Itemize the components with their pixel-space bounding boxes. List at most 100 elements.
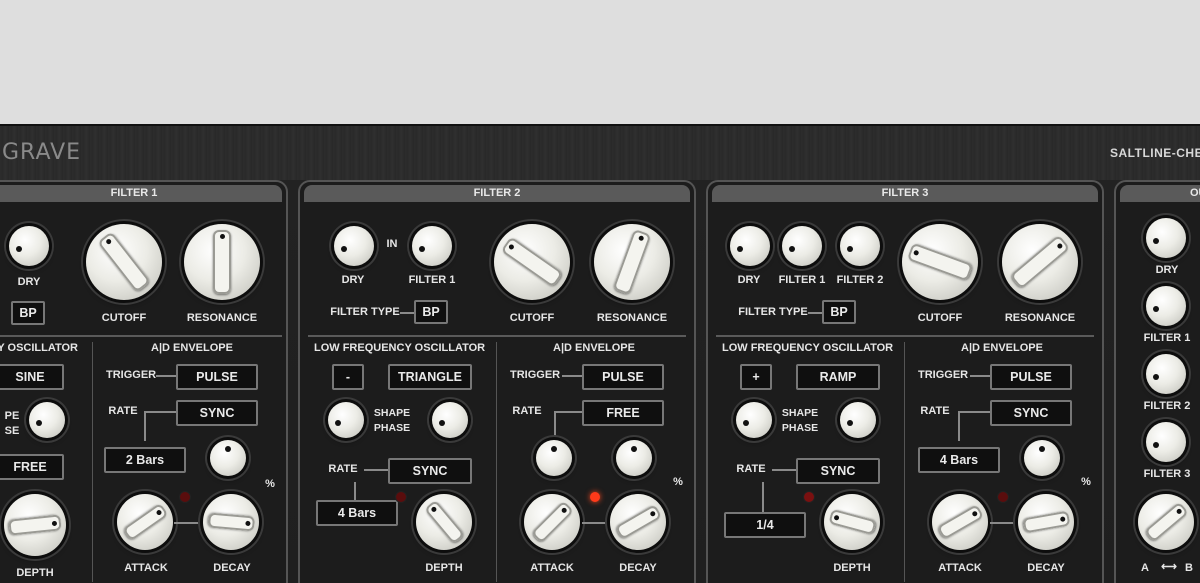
header-strip: GRAVE SALTLINE-CHES: [0, 126, 1200, 180]
filter2-pct-label: %: [673, 476, 683, 488]
filter1-trigger-label: TRIGGER: [106, 369, 157, 381]
filter2-filter-type-label: FILTER TYPE: [330, 306, 400, 318]
filter1-env-rate-select[interactable]: SYNC: [176, 400, 258, 426]
filter2-env-rate-select[interactable]: FREE: [582, 400, 664, 426]
filter2-phase-knob[interactable]: [432, 402, 468, 438]
filter2-depth-knob[interactable]: [416, 494, 472, 550]
output-filter1-label: FILTER 1: [1143, 332, 1191, 344]
filter3-cutoff-label: CUTOFF: [917, 312, 963, 324]
output-filter3-label: FILTER 3: [1143, 468, 1191, 480]
filter3-env-rate-select[interactable]: SYNC: [990, 400, 1072, 426]
filter2-panel: FILTER 2 DRY IN FILTER 1 CUTOFF RESONANC…: [298, 180, 696, 583]
filter1-env-bars-select[interactable]: 2 Bars: [104, 447, 186, 473]
output-filter2-knob[interactable]: [1146, 354, 1186, 394]
filter2-filter1-label: FILTER 1: [408, 274, 456, 286]
filter3-env-amount-knob[interactable]: [1024, 440, 1060, 476]
filter2-trigger-select[interactable]: PULSE: [582, 364, 664, 390]
filter1-attack-label: ATTACK: [124, 562, 168, 574]
output-filter3-knob[interactable]: [1146, 422, 1186, 462]
filter3-type-select[interactable]: BP: [822, 300, 856, 324]
filter3-decay-knob[interactable]: [1018, 494, 1074, 550]
filter2-env-time-knob[interactable]: [536, 440, 572, 476]
filter2-title: FILTER 2: [304, 185, 690, 202]
filter3-depth-knob[interactable]: [824, 494, 880, 550]
filter3-attack-knob[interactable]: [932, 494, 988, 550]
filter1-depth-knob[interactable]: [4, 494, 66, 556]
output-ab-knob[interactable]: [1138, 494, 1194, 550]
filter3-lfo-value-select[interactable]: 1/4: [724, 512, 806, 538]
brand-name: SALTLINE-CHES: [1110, 146, 1200, 160]
filter3-lfo-rate-select[interactable]: SYNC: [796, 458, 880, 484]
filter1-trigger-select[interactable]: PULSE: [176, 364, 258, 390]
filter2-cutoff-knob[interactable]: [494, 224, 570, 300]
filter3-dry-label: DRY: [737, 274, 761, 286]
filter2-lfo-rate-select[interactable]: SYNC: [388, 458, 472, 484]
filter3-resonance-label: RESONANCE: [1004, 312, 1076, 324]
filter2-lfo-wave-select[interactable]: TRIANGLE: [388, 364, 472, 390]
filter2-decay-knob[interactable]: [610, 494, 666, 550]
filter1-type-select[interactable]: BP: [11, 301, 45, 325]
app-title: GRAVE: [2, 140, 82, 165]
filter2-phase-label: PHASE: [373, 422, 411, 434]
filter2-cutoff-label: CUTOFF: [509, 312, 555, 324]
filter1-dry-knob[interactable]: [9, 226, 49, 266]
filter2-in-label: IN: [386, 238, 398, 250]
filter3-phase-label: PHASE: [781, 422, 819, 434]
filter1-lfo-wave-select[interactable]: SINE: [0, 364, 64, 390]
filter1-shape-knob[interactable]: [29, 402, 65, 438]
filter3-lfo-polarity[interactable]: +: [740, 364, 772, 390]
filter3-cutoff-knob[interactable]: [902, 224, 978, 300]
filter1-env-led: [180, 492, 190, 502]
filter2-lfo-polarity[interactable]: -: [332, 364, 364, 390]
filter3-env-bars-select[interactable]: 4 Bars: [918, 447, 1000, 473]
output-ab-a-label: A: [1141, 562, 1149, 574]
filter3-resonance-knob[interactable]: [1002, 224, 1078, 300]
filter1-dry-label: DRY: [17, 276, 41, 288]
filter2-filter1-knob[interactable]: [412, 226, 452, 266]
filter2-shape-knob[interactable]: [328, 402, 364, 438]
filter3-depth-label: DEPTH: [833, 562, 871, 574]
filter1-env-amount-knob[interactable]: [210, 440, 246, 476]
filter3-trigger-select[interactable]: PULSE: [990, 364, 1072, 390]
filter2-type-select[interactable]: BP: [414, 300, 448, 324]
filter3-env-rate-label: RATE: [920, 405, 950, 417]
filter1-resonance-knob[interactable]: [184, 224, 260, 300]
filter1-cutoff-knob[interactable]: [86, 224, 162, 300]
filter1-lfo-title: Y OSCILLATOR: [0, 342, 78, 354]
filter1-lfo-rate-select[interactable]: FREE: [0, 454, 64, 480]
filter2-dry-knob[interactable]: [334, 226, 374, 266]
filter2-resonance-label: RESONANCE: [596, 312, 668, 324]
filter3-filter1-knob[interactable]: [782, 226, 822, 266]
filter3-lfo-led: [804, 492, 814, 502]
filter3-env-led: [998, 492, 1008, 502]
filter2-resonance-knob[interactable]: [594, 224, 670, 300]
filter2-lfo-title: LOW FREQUENCY OSCILLATOR: [314, 342, 486, 354]
filter3-pct-label: %: [1081, 476, 1091, 488]
plugin-window: GRAVE SALTLINE-CHES FILTER 1 DRY CUTOFF …: [0, 124, 1200, 583]
filter2-lfo-bars-select[interactable]: 4 Bars: [316, 500, 398, 526]
filter3-filter2-knob[interactable]: [840, 226, 880, 266]
filter1-decay-knob[interactable]: [203, 494, 259, 550]
filter2-env-amount-knob[interactable]: [616, 440, 652, 476]
filter2-attack-knob[interactable]: [524, 494, 580, 550]
empty-backdrop: [0, 0, 1200, 124]
filter1-depth-label: DEPTH: [16, 567, 54, 579]
output-filter1-knob[interactable]: [1146, 286, 1186, 326]
filter3-filter1-label: FILTER 1: [778, 274, 826, 286]
filter3-shape-label: SHAPE: [781, 407, 819, 419]
filter3-lfo-wave-select[interactable]: RAMP: [796, 364, 880, 390]
filter1-attack-knob[interactable]: [117, 494, 173, 550]
filter3-shape-knob[interactable]: [736, 402, 772, 438]
filter1-panel: FILTER 1 DRY CUTOFF RESONANCE BP Y OSCIL…: [0, 180, 288, 583]
filter3-dry-knob[interactable]: [730, 226, 770, 266]
filter3-panel: FILTER 3 DRY FILTER 1 FILTER 2 CUTOFF RE…: [706, 180, 1104, 583]
filter2-env-rate-label: RATE: [512, 405, 542, 417]
filter1-rate-label: RATE: [108, 405, 138, 417]
filter3-attack-label: ATTACK: [938, 562, 982, 574]
output-dry-label: DRY: [1155, 264, 1179, 276]
filter1-env-title: A|D ENVELOPE: [151, 342, 233, 354]
filter3-phase-knob[interactable]: [840, 402, 876, 438]
output-dry-knob[interactable]: [1146, 218, 1186, 258]
filter2-dry-label: DRY: [341, 274, 365, 286]
filter2-decay-label: DECAY: [619, 562, 657, 574]
